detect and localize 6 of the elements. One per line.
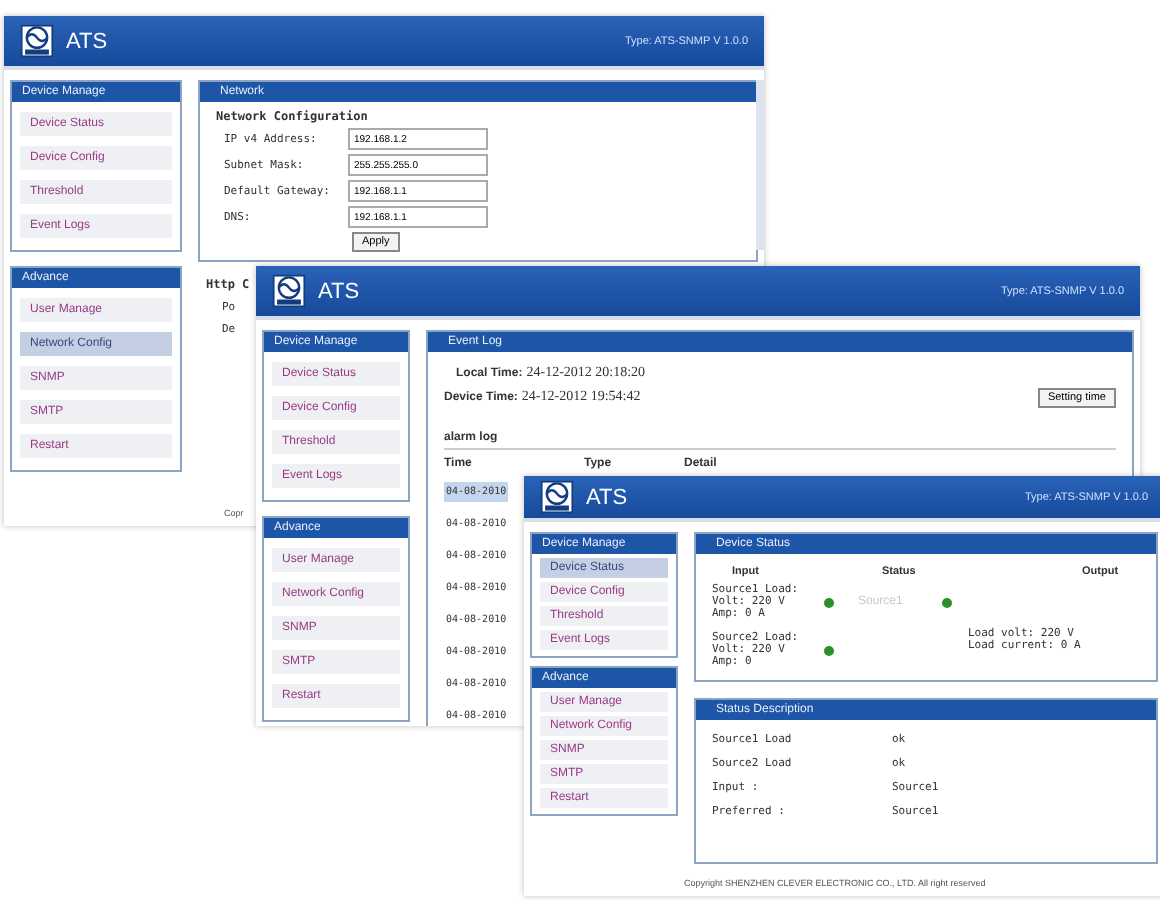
logo-icon (540, 480, 574, 514)
app-name: ATS (586, 485, 628, 509)
app-name: ATS (66, 29, 108, 53)
app-name: ATS (318, 279, 360, 303)
logo-icon (272, 274, 306, 308)
logo-icon (20, 24, 54, 58)
